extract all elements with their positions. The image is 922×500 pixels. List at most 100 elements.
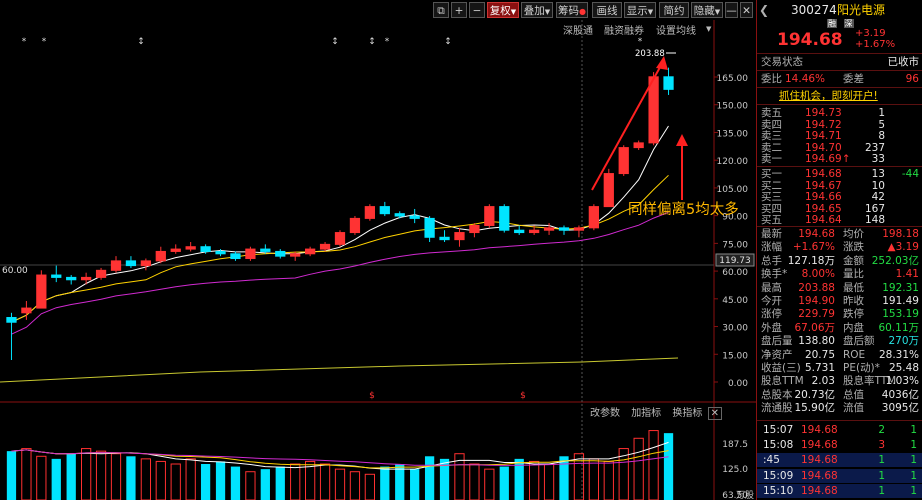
stock-code: 300274 xyxy=(791,3,837,17)
volume-bar xyxy=(36,455,47,500)
price-tick-label: 15.00 xyxy=(722,351,748,361)
price-tick-label: 75.00 xyxy=(722,240,748,250)
ma10-line xyxy=(11,174,669,323)
stat-label: ROE xyxy=(843,348,866,361)
stat-value: 191.49 xyxy=(882,295,919,307)
candle-body xyxy=(529,229,540,234)
draw-line-button[interactable]: 画线 xyxy=(592,2,622,18)
candle-body xyxy=(469,224,480,234)
bid-volume: 167 xyxy=(864,202,885,215)
stat-label: 外盘 xyxy=(761,321,782,334)
volume-bar xyxy=(603,460,614,500)
stat-label: 今开 xyxy=(761,295,782,307)
close-button[interactable]: ✕ xyxy=(740,2,753,18)
committee-ratio-label: 委比 xyxy=(761,73,782,85)
stats-row: 总股本 20.73亿 总值 4036亿 xyxy=(761,389,919,401)
stats-row: 换手* 8.00% 量比 1.41 xyxy=(761,268,919,280)
stats-row: 流通股 15.90亿 流值 3095亿 xyxy=(761,402,919,414)
bid-row: 买三 194.66 42 xyxy=(761,191,919,203)
chart-grid xyxy=(0,20,756,500)
adjust-label: 复权 xyxy=(489,5,511,17)
bid-price: 194.65 xyxy=(805,202,842,215)
committee-diff-value: 96 xyxy=(905,73,919,85)
stat-value: 60.11万 xyxy=(878,321,919,334)
price-tick-label: 120.00 xyxy=(717,157,749,167)
tick-direction: 1 xyxy=(910,484,917,497)
ask-level-label: 卖五 xyxy=(761,107,782,119)
switch-indicator-tab[interactable]: 换指标 xyxy=(672,408,702,419)
candle-body xyxy=(81,276,92,281)
volume-tick-label: 万股 xyxy=(736,490,754,500)
volume-bar xyxy=(81,448,92,500)
ask-level-label: 卖一 xyxy=(761,153,782,166)
chips-button[interactable]: 筹码● xyxy=(556,2,588,18)
tick-row-text: 15:07 194.68 2 1 xyxy=(761,424,919,436)
volume-bar xyxy=(6,451,17,500)
tick-volume: 1 xyxy=(878,454,885,467)
stat-value: +1.67% xyxy=(792,241,835,254)
stat-label: 流值 xyxy=(843,402,864,415)
add-indicator-tab[interactable]: 加指标 xyxy=(631,408,661,419)
stock-header: ❮ 300274 阳光电源 xyxy=(759,3,919,18)
last-price: 194.68 xyxy=(777,30,843,50)
committee-ratio-value: 14.46% xyxy=(785,73,826,85)
candle-body xyxy=(349,217,361,234)
candle-body xyxy=(125,260,137,267)
volume-bar xyxy=(95,450,107,500)
ask-volume: 1 xyxy=(878,107,885,119)
window-restore-button[interactable]: ⧉ xyxy=(433,2,449,18)
close-icon[interactable]: ✕ xyxy=(707,407,722,420)
stat-value: 28.31% xyxy=(878,348,919,361)
ask-row: 卖五 194.73 1 xyxy=(761,107,919,119)
candle-body xyxy=(170,248,181,252)
ask-row: 卖二 194.70 237 xyxy=(761,142,919,154)
chevron-down-icon: ▼ xyxy=(510,8,517,16)
overlay-button[interactable]: 叠加▼ xyxy=(521,2,553,18)
quote-panel: ❮ 300274 阳光电源 融 深 194.68 +3.19 +1.67% 交易… xyxy=(756,0,922,500)
bid-volume: 148 xyxy=(864,214,885,227)
prev-stock-icon[interactable]: ❮ xyxy=(759,4,769,16)
volume-bar xyxy=(484,468,495,500)
change-value: +3.19 xyxy=(855,28,886,39)
left-level-label: 60.00 xyxy=(2,266,28,276)
stat-label: 总值 xyxy=(843,388,864,401)
candle-body xyxy=(663,76,674,90)
stat-value: 8.00% xyxy=(801,268,835,281)
stat-label: 盘后额 xyxy=(843,335,875,348)
stat-value: 270万 xyxy=(888,335,919,348)
price-tick-label: 150.00 xyxy=(717,102,749,112)
minimize-button[interactable]: — xyxy=(725,2,738,18)
arrow-head xyxy=(676,134,688,146)
hide-button[interactable]: 隐藏▼ xyxy=(691,2,723,18)
tick-price: 194.68 xyxy=(801,439,838,452)
show-label: 显示 xyxy=(626,5,648,17)
event-marker-icon: ↕ xyxy=(137,37,145,47)
candle-body xyxy=(603,173,614,208)
stat-value: 2.03 xyxy=(811,375,835,388)
zoom-out-button[interactable]: − xyxy=(469,2,485,18)
price-tick-label: 135.00 xyxy=(717,129,749,139)
moving-average-lines xyxy=(0,125,679,383)
change-params-tab[interactable]: 改参数 xyxy=(590,408,620,419)
ma60-line xyxy=(0,357,679,383)
bid-level-label: 买一 xyxy=(761,168,782,180)
kline-chart[interactable]: 165.00150.00135.00120.00105.0090.0075.00… xyxy=(0,20,756,500)
tick-time: 15:08 xyxy=(763,439,794,452)
stat-label: 股息TTM xyxy=(761,375,804,388)
brief-button[interactable]: 简约 xyxy=(659,2,689,18)
promo-link[interactable]: 抓住机会，即刻开户! xyxy=(779,90,919,102)
candle-body xyxy=(140,260,151,267)
stat-value: 198.18 xyxy=(882,228,919,240)
stat-label: 总手 xyxy=(761,254,782,267)
zoom-in-button[interactable]: + xyxy=(451,2,467,18)
show-button[interactable]: 显示▼ xyxy=(624,2,656,18)
candle-body xyxy=(379,206,390,215)
change-pct: +1.67% xyxy=(855,39,896,50)
stock-tags: 融 深 xyxy=(827,18,854,29)
stat-label: 流通股 xyxy=(761,402,793,415)
tick-price: 194.68 xyxy=(801,484,838,497)
candle-body xyxy=(424,217,435,238)
adjust-button[interactable]: 复权▼ xyxy=(487,2,519,18)
volume-bar xyxy=(543,463,555,500)
bid-level-label: 买三 xyxy=(761,191,782,204)
